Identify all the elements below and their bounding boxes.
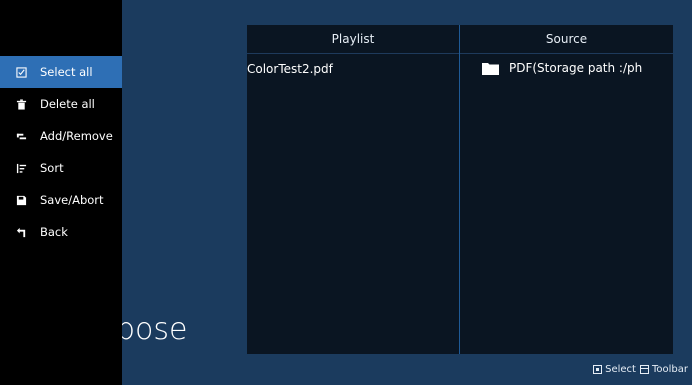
menu-item-add-remove[interactable]: Add/Remove (0, 120, 122, 152)
folder-icon (482, 62, 499, 75)
menu-item-label: Back (40, 225, 68, 239)
menu-item-label: Save/Abort (40, 193, 104, 207)
menu-item-select-all[interactable]: Select all (0, 56, 122, 88)
source-item[interactable]: PDF(Storage path :/ph (482, 61, 642, 75)
playlist-column-header: Playlist (247, 25, 459, 54)
toolbar-key-icon (639, 365, 649, 374)
save-icon (15, 194, 27, 206)
toolbar-menu: Select all Delete all Add/Remove Sort Sa… (0, 56, 122, 248)
sidebar-toolbar: Select all Delete all Add/Remove Sort Sa… (0, 0, 122, 385)
sort-icon (15, 162, 27, 174)
menu-item-save-abort[interactable]: Save/Abort (0, 184, 122, 216)
source-item-label: PDF(Storage path :/ph (509, 61, 643, 75)
menu-item-label: Delete all (40, 97, 95, 111)
playlist-item[interactable]: ColorTest2.pdf (247, 62, 333, 76)
playlist-editor-panel: Playlist Source ColorTest2.pdf PDF(Stora… (247, 25, 673, 354)
background-title-fragment: pose (116, 312, 188, 347)
menu-item-sort[interactable]: Sort (0, 152, 122, 184)
key-hints: Select Toolbar (589, 364, 688, 375)
menu-item-label: Add/Remove (40, 129, 113, 143)
back-icon (15, 226, 27, 238)
source-column-header: Source (460, 25, 673, 54)
menu-item-back[interactable]: Back (0, 216, 122, 248)
menu-item-label: Sort (40, 161, 64, 175)
column-divider (459, 25, 460, 354)
select-hint-label: Select (605, 364, 636, 375)
menu-item-label: Select all (40, 65, 93, 79)
ok-key-icon (593, 365, 603, 374)
trash-icon (15, 98, 27, 110)
toolbar-hint-label: Toolbar (651, 364, 688, 375)
select-all-icon (15, 66, 27, 78)
add-remove-icon (15, 130, 27, 142)
menu-item-delete-all[interactable]: Delete all (0, 88, 122, 120)
